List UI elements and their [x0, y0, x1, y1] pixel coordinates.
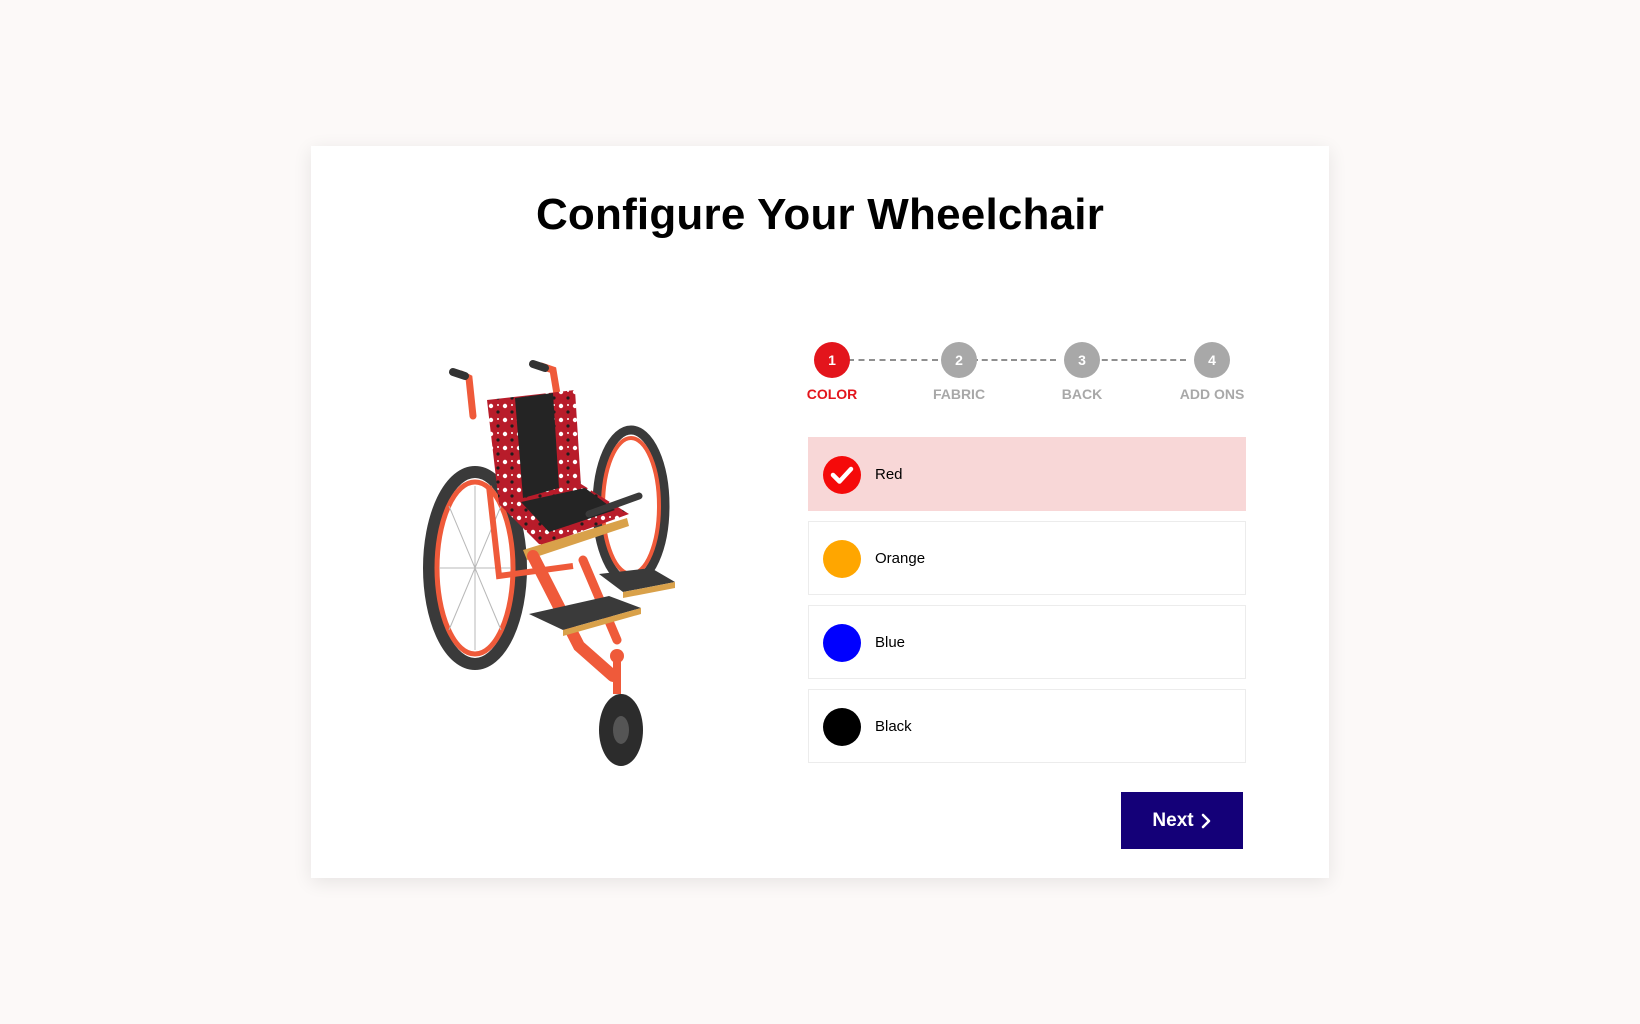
red-swatch: [823, 456, 861, 494]
blue-swatch: [823, 624, 861, 662]
step-label: FABRIC: [932, 386, 986, 402]
step-color[interactable]: 1 COLOR: [792, 342, 872, 402]
color-option-label: Blue: [875, 634, 906, 651]
color-option-blue[interactable]: Blue: [808, 605, 1246, 679]
step-back[interactable]: 3 BACK: [1042, 342, 1122, 402]
color-option-orange[interactable]: Orange: [808, 521, 1246, 595]
step-fabric[interactable]: 2 FABRIC: [919, 342, 999, 402]
black-swatch: [823, 708, 861, 746]
check-icon: [830, 466, 854, 484]
orange-swatch: [823, 540, 861, 578]
color-option-red[interactable]: Red: [808, 437, 1246, 511]
color-options-list: Red Orange Blue Black: [808, 437, 1246, 773]
color-option-label: Black: [875, 718, 912, 735]
wheelchair-product-image: [423, 360, 675, 766]
step-number: 1: [814, 342, 850, 378]
step-label: BACK: [1061, 386, 1103, 402]
color-option-black[interactable]: Black: [808, 689, 1246, 763]
step-add-ons[interactable]: 4 ADD ONS: [1172, 342, 1252, 402]
step-label: ADD ONS: [1179, 386, 1245, 402]
configurator-card: Configure Your Wheelchair 1 COLOR 2 FABR…: [311, 146, 1329, 878]
next-button[interactable]: Next: [1121, 792, 1243, 849]
page-title: Configure Your Wheelchair: [535, 190, 1105, 239]
chevron-right-icon: [1201, 813, 1210, 828]
color-option-label: Orange: [875, 550, 926, 567]
progress-stepper: 1 COLOR 2 FABRIC 3 BACK 4 ADD ONS: [807, 342, 1248, 422]
step-number: 2: [941, 342, 977, 378]
color-option-label: Red: [875, 466, 903, 483]
step-number: 3: [1064, 342, 1100, 378]
step-label: COLOR: [806, 386, 858, 402]
next-button-label: Next: [1152, 809, 1194, 831]
step-number: 4: [1194, 342, 1230, 378]
